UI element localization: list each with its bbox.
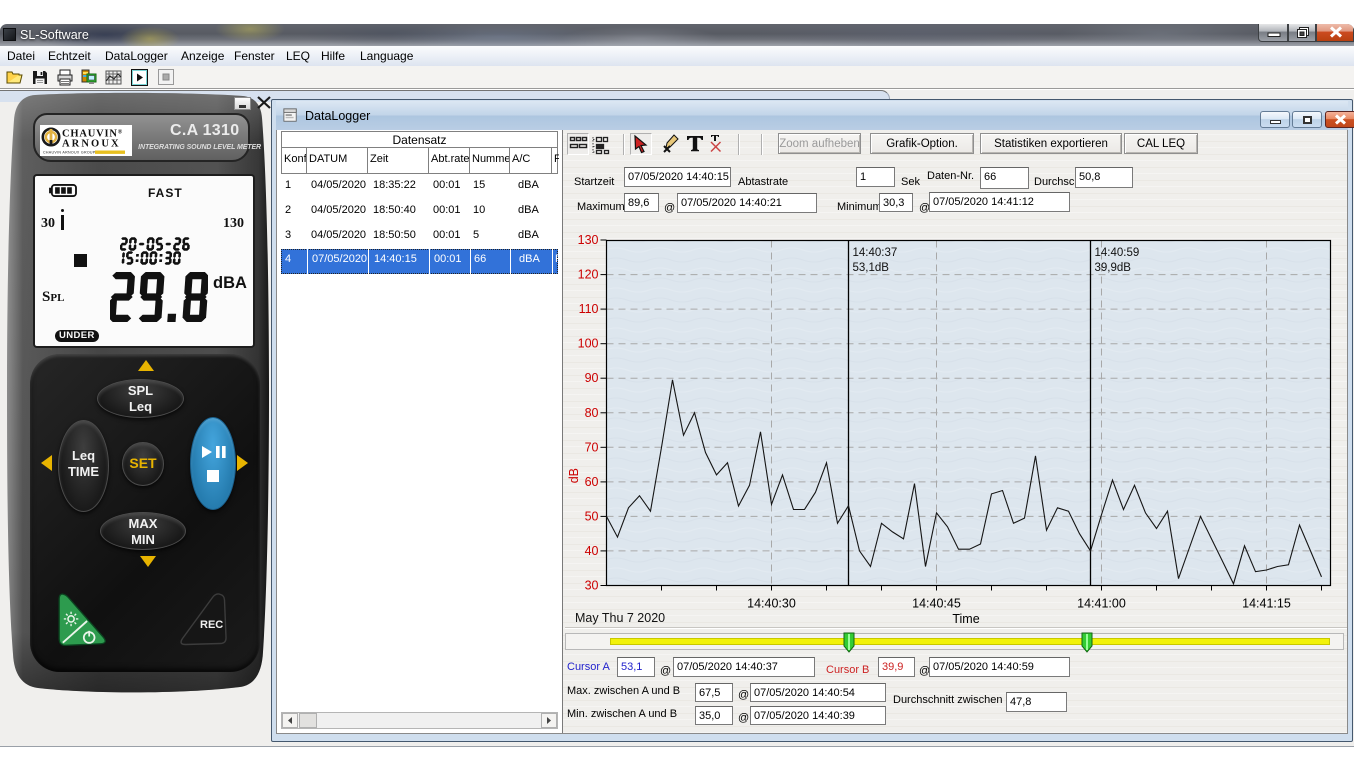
svg-text:ARNOUX: ARNOUX <box>62 139 121 150</box>
svg-text:REC: REC <box>200 619 223 631</box>
svg-text:Time: Time <box>952 612 979 626</box>
svg-text:80: 80 <box>585 406 599 420</box>
svg-text:14:40:45: 14:40:45 <box>912 597 961 611</box>
svg-text:100: 100 <box>578 337 599 351</box>
svg-text:14:41:00: 14:41:00 <box>1077 597 1126 611</box>
svg-text:53,1dB: 53,1dB <box>853 262 890 274</box>
svg-text:14:41:15: 14:41:15 <box>1242 597 1291 611</box>
svg-text:CHAUVIN ARNOUX GROUP: CHAUVIN ARNOUX GROUP <box>43 151 96 155</box>
svg-text:110: 110 <box>579 302 599 316</box>
svg-text:90: 90 <box>585 371 599 385</box>
svg-text:130: 130 <box>578 233 599 247</box>
svg-text:60: 60 <box>585 475 599 489</box>
svg-text:dB: dB <box>567 468 581 483</box>
svg-text:40: 40 <box>585 544 599 558</box>
svg-text:14:40:37: 14:40:37 <box>853 247 898 259</box>
svg-text:14:40:30: 14:40:30 <box>747 597 796 611</box>
svg-text:14:40:59: 14:40:59 <box>1095 247 1140 259</box>
svg-text:120: 120 <box>578 268 599 282</box>
svg-text:39,9dB: 39,9dB <box>1095 262 1132 274</box>
svg-text:70: 70 <box>585 440 599 454</box>
svg-text:May Thu 7 2020: May Thu 7 2020 <box>575 611 665 625</box>
svg-text:30: 30 <box>585 579 599 593</box>
svg-text:50: 50 <box>585 509 599 523</box>
